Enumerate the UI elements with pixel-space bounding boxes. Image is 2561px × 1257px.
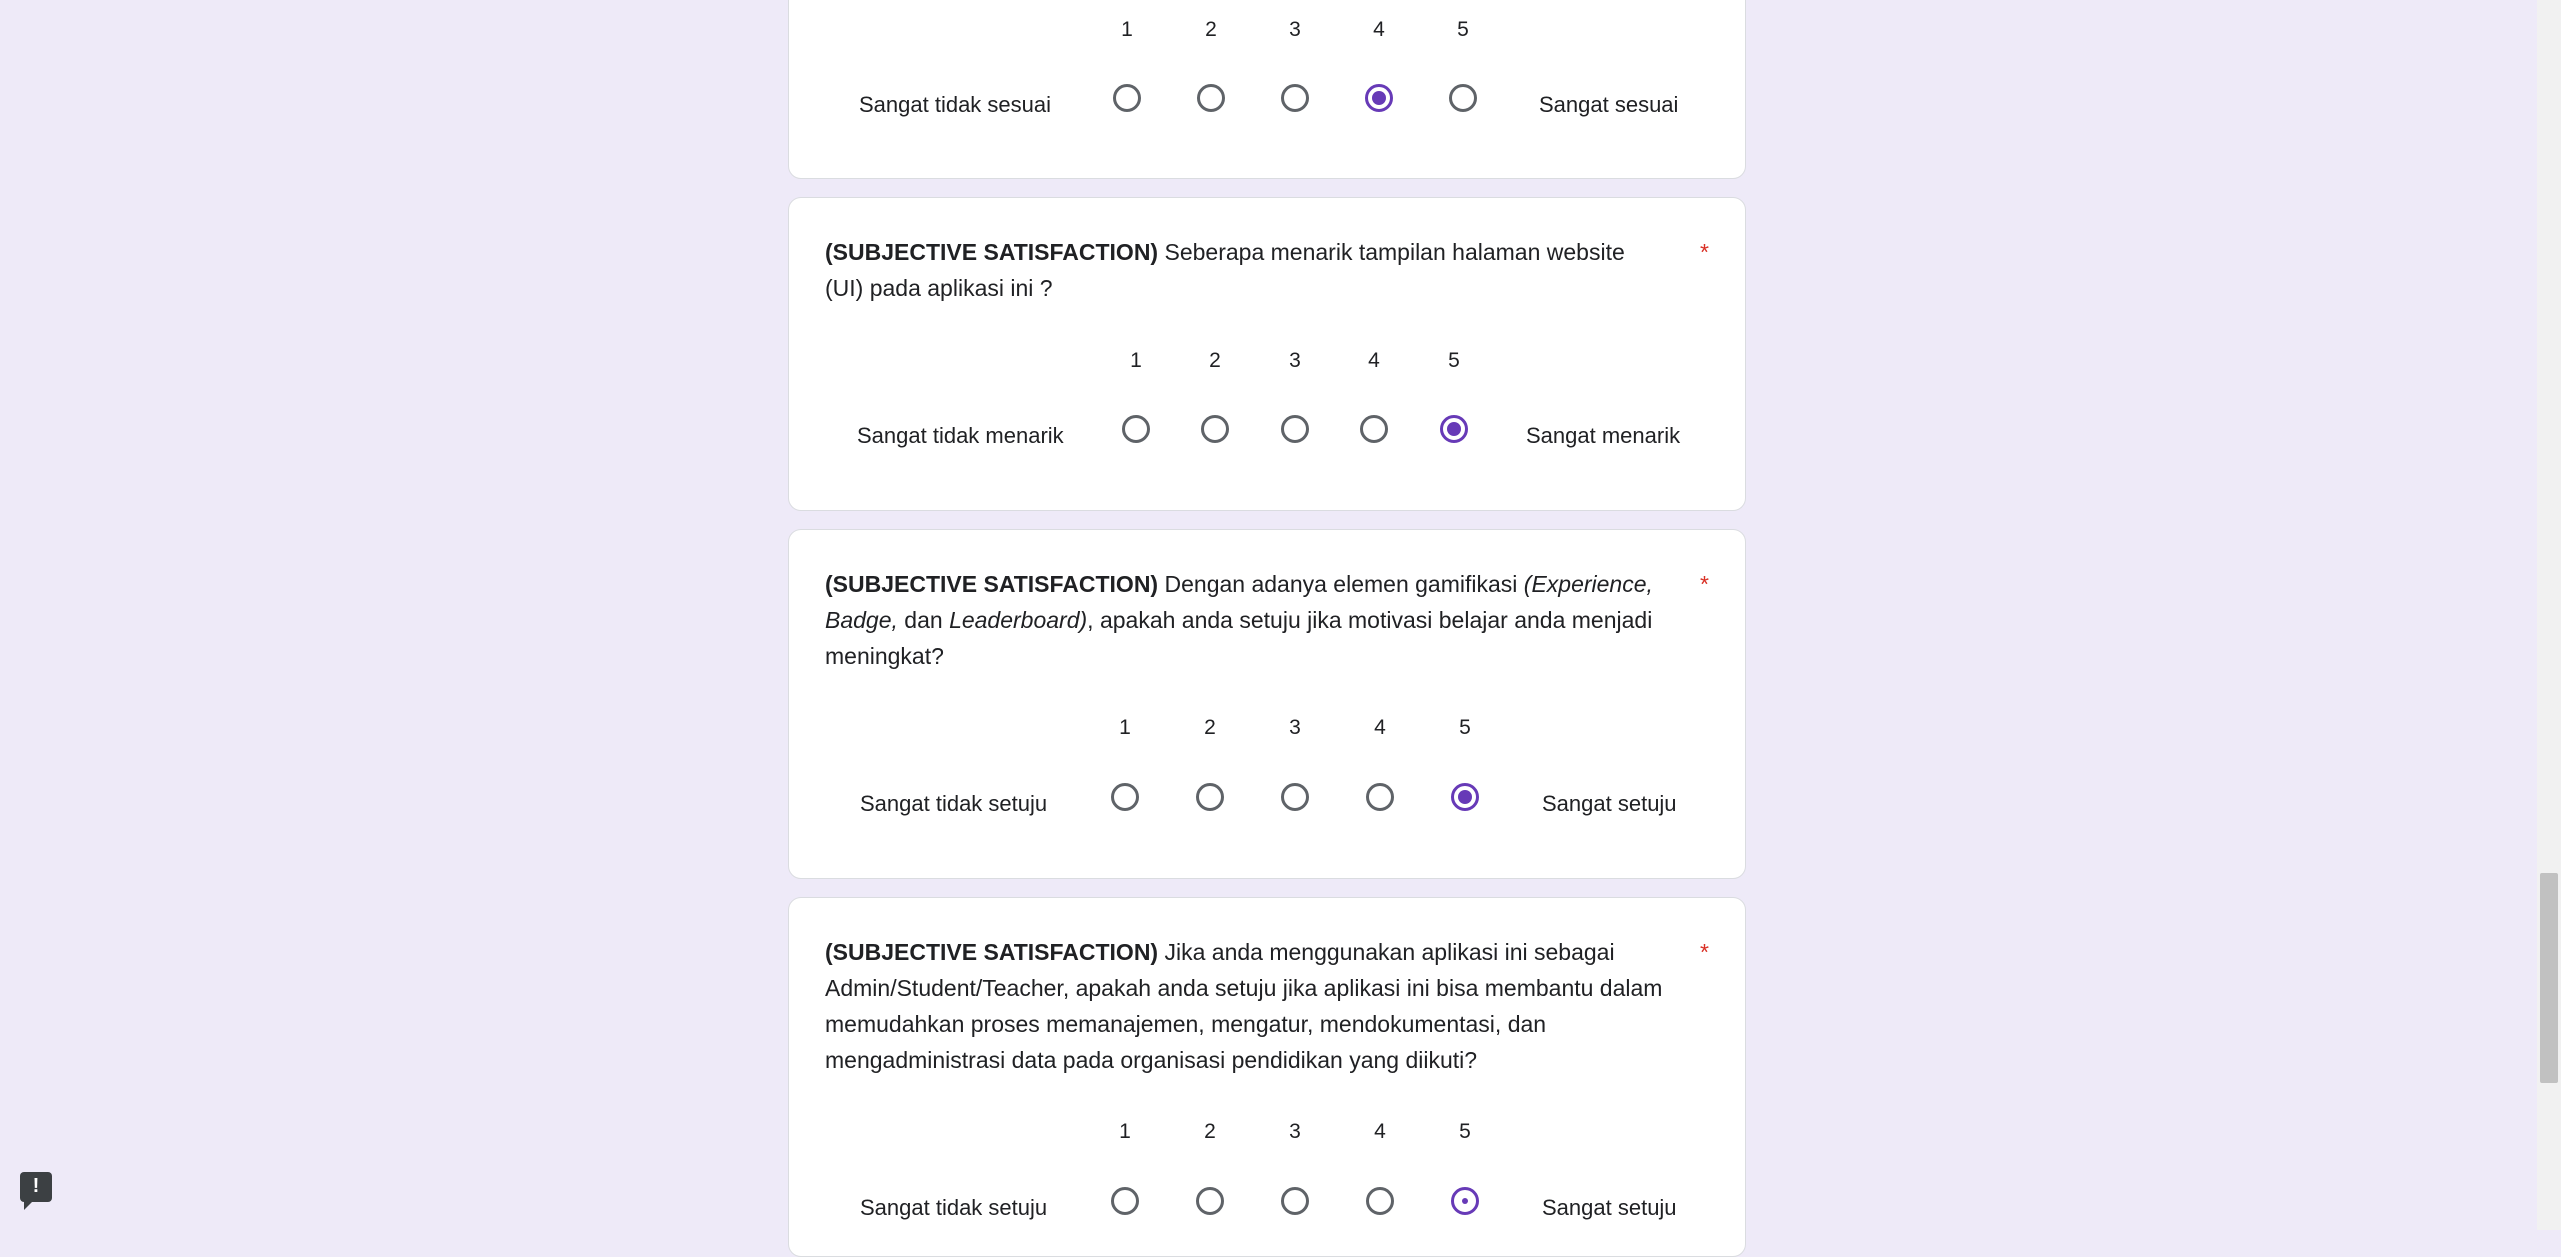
scale-number-5: 5: [1448, 349, 1460, 372]
question-text: Dengan adanya elemen gamifikasi: [1158, 571, 1524, 597]
radio-option-3[interactable]: [1281, 1187, 1309, 1215]
scale-number-1: 1: [1130, 349, 1142, 372]
scale-number-2: 2: [1205, 18, 1217, 41]
question-title: (SUBJECTIVE SATISFACTION) Jika anda meng…: [825, 934, 1665, 1078]
scale-number-4: 4: [1374, 1120, 1386, 1143]
required-asterisk: *: [1700, 239, 1709, 265]
scale-min-label: Sangat tidak sesuai: [859, 92, 1052, 117]
radio-option-5[interactable]: [1451, 1187, 1479, 1215]
question-prefix: (SUBJECTIVE SATISFACTION): [825, 571, 1159, 597]
question-prefix: (SUBJECTIVE SATISFACTION): [825, 239, 1159, 265]
scale-number-2: 2: [1209, 349, 1221, 372]
scale-number-4: 4: [1373, 18, 1385, 41]
question-card-2: (SUBJECTIVE SATISFACTION) Seberapa menar…: [788, 197, 1746, 511]
scale-number-2: 2: [1204, 716, 1216, 739]
radio-option-4[interactable]: [1366, 1187, 1394, 1215]
scale-number-5: 5: [1459, 1120, 1471, 1143]
scale-number-4: 4: [1374, 716, 1386, 739]
radio-option-5[interactable]: [1440, 415, 1468, 443]
radio-option-4[interactable]: [1360, 415, 1388, 443]
scrollbar-thumb[interactable]: [2540, 873, 2558, 1083]
radio-option-1[interactable]: [1111, 1187, 1139, 1215]
scale-number-1: 1: [1119, 1120, 1131, 1143]
radio-option-4[interactable]: [1366, 783, 1394, 811]
scale-max-label: Sangat menarik: [1526, 423, 1681, 448]
scale-number-3: 3: [1289, 18, 1301, 41]
scale-number-3: 3: [1289, 1120, 1301, 1143]
question-text-italic: Leaderboard): [949, 607, 1088, 633]
question-card-3: (SUBJECTIVE SATISFACTION) Dengan adanya …: [788, 529, 1746, 879]
radio-option-5[interactable]: [1449, 84, 1477, 112]
radio-option-3[interactable]: [1281, 415, 1309, 443]
scale-max-label: Sangat setuju: [1542, 1195, 1677, 1220]
question-card-4: (SUBJECTIVE SATISFACTION) Jika anda meng…: [788, 897, 1746, 1257]
radio-option-2[interactable]: [1196, 1187, 1224, 1215]
question-title: (SUBJECTIVE SATISFACTION) Dengan adanya …: [825, 566, 1665, 674]
scale-number-1: 1: [1119, 716, 1131, 739]
scale-number-1: 1: [1121, 18, 1133, 41]
radio-option-4[interactable]: [1365, 84, 1393, 112]
radio-option-2[interactable]: [1196, 783, 1224, 811]
page-scrollbar[interactable]: [2537, 0, 2561, 1230]
radio-option-1[interactable]: [1113, 84, 1141, 112]
required-asterisk: *: [1700, 571, 1709, 597]
radio-option-3[interactable]: [1281, 84, 1309, 112]
scale-min-label: Sangat tidak menarik: [857, 423, 1064, 448]
scale-number-5: 5: [1459, 716, 1471, 739]
radio-option-1[interactable]: [1122, 415, 1150, 443]
scale-number-5: 5: [1457, 18, 1469, 41]
scale-max-label: Sangat setuju: [1542, 791, 1677, 816]
radio-option-3[interactable]: [1281, 783, 1309, 811]
question-title: (SUBJECTIVE SATISFACTION) Seberapa menar…: [825, 234, 1665, 306]
radio-option-1[interactable]: [1111, 783, 1139, 811]
question-card-1: 1 2 3 4 5 Sangat tidak sesuai Sangat ses…: [788, 0, 1746, 179]
scale-number-4: 4: [1368, 349, 1380, 372]
scale-number-3: 3: [1289, 716, 1301, 739]
scale-number-2: 2: [1204, 1120, 1216, 1143]
scale-min-label: Sangat tidak setuju: [860, 791, 1048, 816]
radio-option-2[interactable]: [1197, 84, 1225, 112]
question-prefix: (SUBJECTIVE SATISFACTION): [825, 939, 1159, 965]
required-asterisk: *: [1700, 939, 1709, 965]
scale-min-label: Sangat tidak setuju: [860, 1195, 1048, 1220]
scale-number-3: 3: [1289, 349, 1301, 372]
question-text: dan: [897, 607, 950, 633]
feedback-icon[interactable]: !: [20, 1172, 52, 1210]
scale-max-label: Sangat sesuai: [1539, 92, 1679, 117]
radio-option-2[interactable]: [1201, 415, 1229, 443]
radio-option-5[interactable]: [1451, 783, 1479, 811]
